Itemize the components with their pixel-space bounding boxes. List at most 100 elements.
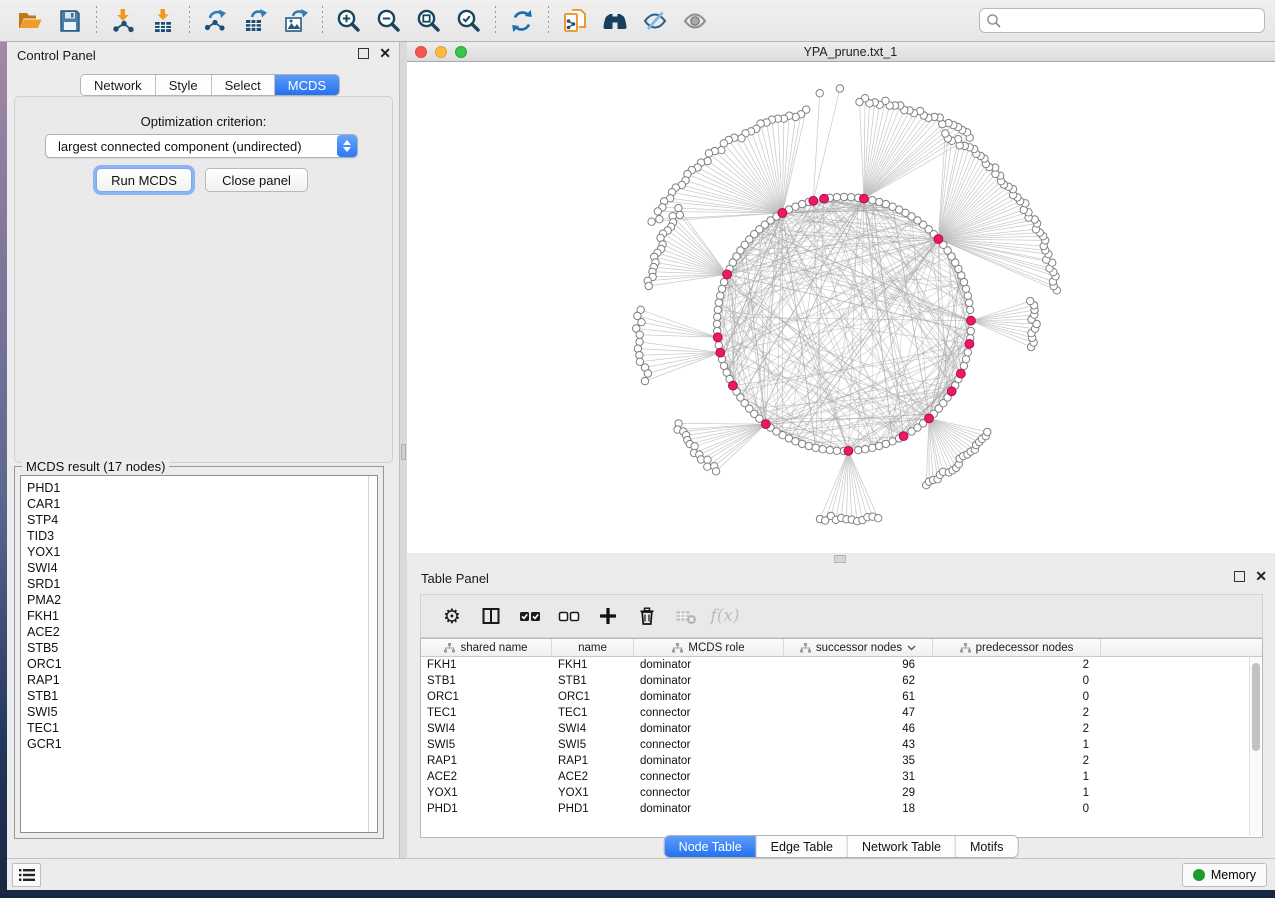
- mcds-result-list[interactable]: PHD1CAR1STP4TID3YOX1SWI4SRD1PMA2FKH1ACE2…: [20, 475, 378, 833]
- network-node[interactable]: [984, 428, 991, 435]
- tab-mcds[interactable]: MCDS: [275, 75, 339, 95]
- network-node[interactable]: [875, 515, 882, 522]
- dominator-node[interactable]: [967, 316, 976, 325]
- dominator-node[interactable]: [729, 381, 738, 390]
- dominator-node[interactable]: [844, 447, 853, 456]
- network-node[interactable]: [876, 198, 883, 205]
- close-panel-button[interactable]: Close panel: [205, 168, 308, 192]
- dominator-node[interactable]: [947, 387, 956, 396]
- dominator-node[interactable]: [957, 369, 966, 378]
- network-node[interactable]: [836, 85, 843, 92]
- window-minimize-button[interactable]: [435, 46, 447, 58]
- column-header-MCDS-role[interactable]: MCDS role: [634, 639, 784, 656]
- network-node[interactable]: [962, 356, 969, 363]
- dominator-node[interactable]: [761, 420, 770, 429]
- network-node[interactable]: [869, 444, 876, 451]
- dominator-node[interactable]: [899, 432, 908, 441]
- hide-panels-button[interactable]: [635, 4, 675, 38]
- network-node[interactable]: [967, 306, 974, 313]
- zoom-selected-button[interactable]: [449, 4, 489, 38]
- splitter-grip[interactable]: [401, 444, 406, 460]
- delete-table-button[interactable]: [671, 599, 701, 633]
- network-node[interactable]: [715, 299, 722, 306]
- dominator-node[interactable]: [965, 340, 974, 349]
- network-node[interactable]: [720, 140, 727, 147]
- network-node[interactable]: [964, 349, 971, 356]
- network-node[interactable]: [644, 370, 651, 377]
- dominator-node[interactable]: [809, 196, 818, 205]
- run-mcds-button[interactable]: Run MCDS: [96, 168, 192, 192]
- network-node[interactable]: [847, 194, 854, 201]
- optimization-criterion-select[interactable]: largest connected component (undirected): [45, 134, 358, 158]
- network-node[interactable]: [816, 90, 823, 97]
- search-input[interactable]: [1002, 11, 1258, 31]
- table-row-ORC1[interactable]: ORC1ORC1dominator610: [421, 689, 1262, 705]
- dominator-node[interactable]: [716, 348, 725, 357]
- column-layout-button[interactable]: [476, 599, 506, 633]
- zoom-fit-button[interactable]: [409, 4, 449, 38]
- network-node[interactable]: [704, 463, 711, 470]
- network-node[interactable]: [654, 208, 661, 215]
- import-table-button[interactable]: [143, 4, 183, 38]
- network-node[interactable]: [966, 299, 973, 306]
- column-header-predecessor-nodes[interactable]: predecessor nodes: [933, 639, 1101, 656]
- save-session-button[interactable]: [50, 4, 90, 38]
- dominator-node[interactable]: [934, 235, 943, 244]
- network-node[interactable]: [676, 211, 683, 218]
- show-panels-button[interactable]: [675, 4, 715, 38]
- network-node[interactable]: [648, 218, 655, 225]
- network-node[interactable]: [717, 292, 724, 299]
- network-node[interactable]: [714, 313, 721, 320]
- table-row-FKH1[interactable]: FKH1FKH1dominator962: [421, 657, 1262, 673]
- window-close-button[interactable]: [415, 46, 427, 58]
- select-all-button[interactable]: [515, 599, 545, 633]
- dominator-node[interactable]: [723, 270, 732, 279]
- tab-edge-table[interactable]: Edge Table: [757, 836, 848, 857]
- network-node[interactable]: [636, 338, 643, 345]
- network-node[interactable]: [705, 150, 712, 157]
- network-node[interactable]: [675, 204, 682, 211]
- network-node[interactable]: [967, 327, 974, 334]
- table-row-STB1[interactable]: STB1STB1dominator620: [421, 673, 1262, 689]
- import-network-button[interactable]: [103, 4, 143, 38]
- network-node[interactable]: [718, 147, 725, 154]
- delete-column-button[interactable]: [632, 599, 662, 633]
- export-network-button[interactable]: [196, 4, 236, 38]
- network-node[interactable]: [869, 197, 876, 204]
- table-row-SWI5[interactable]: SWI5SWI5connector431: [421, 737, 1262, 753]
- dominator-node[interactable]: [820, 194, 829, 203]
- network-node[interactable]: [641, 377, 648, 384]
- column-header-successor-nodes[interactable]: successor nodes: [784, 639, 933, 656]
- column-header-shared-name[interactable]: shared name: [421, 639, 552, 656]
- open-file-button[interactable]: [10, 4, 50, 38]
- close-panel-icon[interactable]: ✕: [1255, 571, 1267, 582]
- mcds-list-scrollbar[interactable]: [368, 476, 377, 832]
- network-node[interactable]: [826, 447, 833, 454]
- network-node[interactable]: [812, 444, 819, 451]
- dominator-node[interactable]: [778, 209, 787, 218]
- network-node[interactable]: [856, 98, 863, 105]
- network-node[interactable]: [713, 320, 720, 327]
- tab-network-table[interactable]: Network Table: [848, 836, 956, 857]
- task-history-button[interactable]: [12, 863, 41, 887]
- scrollbar-thumb[interactable]: [1252, 663, 1260, 751]
- network-node[interactable]: [833, 447, 840, 454]
- column-header-name[interactable]: name: [552, 639, 634, 656]
- close-panel-icon[interactable]: ✕: [379, 48, 391, 59]
- window-maximize-button[interactable]: [455, 46, 467, 58]
- deselect-all-button[interactable]: [554, 599, 584, 633]
- search-network-button[interactable]: [595, 4, 635, 38]
- memory-button[interactable]: Memory: [1182, 863, 1267, 887]
- tab-motifs[interactable]: Motifs: [956, 836, 1017, 857]
- table-row-PHD1[interactable]: PHD1PHD1dominator180: [421, 801, 1262, 817]
- table-row-ACE2[interactable]: ACE2ACE2connector311: [421, 769, 1262, 785]
- network-node[interactable]: [714, 306, 721, 313]
- splitter-grip[interactable]: [834, 555, 846, 563]
- table-settings-button[interactable]: ⚙: [437, 599, 467, 633]
- dominator-node[interactable]: [860, 194, 869, 203]
- network-node[interactable]: [855, 447, 862, 454]
- add-column-button[interactable]: [593, 599, 623, 633]
- apply-function-button[interactable]: f(x): [710, 599, 740, 633]
- export-image-button[interactable]: [276, 4, 316, 38]
- refresh-button[interactable]: [502, 4, 542, 38]
